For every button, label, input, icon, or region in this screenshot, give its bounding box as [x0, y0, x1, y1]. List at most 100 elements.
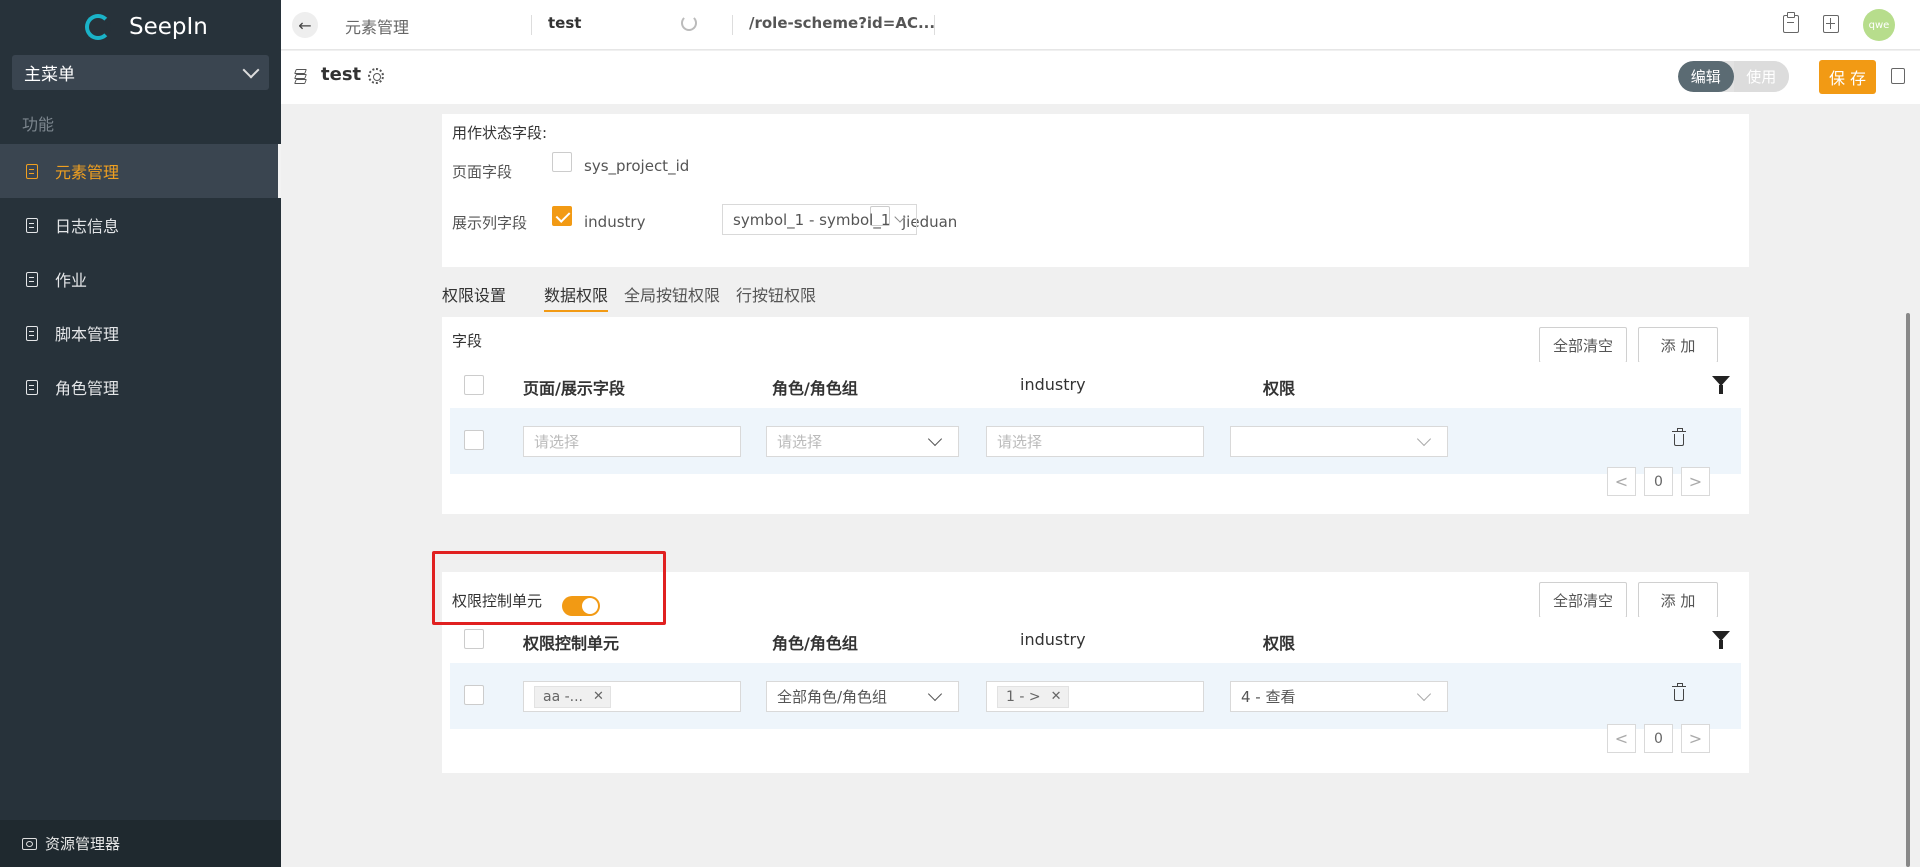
sidebar-section-label: 功能	[22, 115, 55, 134]
placeholder: 请选择	[534, 433, 580, 451]
column-header: 角色/角色组	[772, 379, 858, 398]
document-icon	[26, 217, 38, 233]
sidebar-item-label: 作业	[55, 271, 88, 290]
mode-toggle[interactable]: 编辑 使用	[1678, 61, 1789, 92]
sidebar: SeepIn 主菜单 功能 元素管理 日志信息 作业 脚本管理 角色管理 资源管…	[0, 0, 281, 867]
industry-select-input[interactable]: 请选择	[986, 426, 1204, 457]
pagination: < 0 >	[1607, 724, 1718, 753]
field-permission-card: 字段 全部清空 添 加 页面/展示字段 角色/角色组 industry 权限 请…	[442, 317, 1749, 514]
symbol-select[interactable]: symbol_1 - symbol_1	[722, 204, 917, 235]
page-number[interactable]: 0	[1644, 724, 1673, 753]
row-checkbox[interactable]	[464, 685, 484, 705]
industry-tag: 1 - > ✕	[997, 685, 1069, 708]
display-field-checkbox[interactable]	[552, 206, 572, 226]
prev-page-button[interactable]: <	[1607, 724, 1636, 753]
field-select-input[interactable]: 请选择	[523, 426, 741, 457]
permission-select[interactable]: 4 - 查看	[1230, 681, 1448, 712]
industry-select-input[interactable]: 1 - > ✕	[986, 681, 1204, 712]
next-page-button[interactable]: >	[1681, 467, 1710, 496]
divider	[934, 15, 935, 35]
camera-folder-icon	[22, 837, 37, 850]
mode-edit-option[interactable]: 编辑	[1678, 61, 1734, 92]
add-button[interactable]: 添 加	[1638, 582, 1718, 618]
mode-use-option[interactable]: 使用	[1733, 61, 1789, 92]
unit-tag: aa -... ✕	[534, 685, 611, 708]
page-field-value: sys_project_id	[584, 157, 690, 175]
sidebar-item-role-management[interactable]: 角色管理	[0, 360, 281, 414]
sidebar-item-label: 角色管理	[55, 379, 120, 398]
tab-data-permission[interactable]: 数据权限	[544, 278, 609, 312]
grid-icon[interactable]	[1823, 15, 1839, 33]
tab-permission-settings[interactable]: 权限设置	[442, 278, 506, 312]
scrollbar[interactable]	[1906, 313, 1910, 867]
export-icon[interactable]	[1891, 68, 1905, 84]
trash-icon[interactable]	[1672, 683, 1686, 701]
filter-icon[interactable]	[1712, 631, 1730, 649]
column-header: industry	[1020, 375, 1086, 394]
sidebar-nav: 元素管理 日志信息 作业 脚本管理 角色管理	[0, 144, 281, 414]
avatar[interactable]: qwe	[1863, 9, 1895, 41]
sidebar-item-log-info[interactable]: 日志信息	[0, 198, 281, 252]
role-select[interactable]: 请选择	[766, 426, 959, 457]
row-checkbox[interactable]	[464, 430, 484, 450]
sidebar-item-label: 日志信息	[55, 217, 120, 236]
placeholder: 请选择	[997, 433, 1043, 451]
gear-icon[interactable]	[368, 68, 384, 84]
column-header: 权限控制单元	[523, 634, 620, 653]
refresh-icon[interactable]	[681, 15, 697, 31]
symbol-select-value: symbol_1 - symbol_1	[733, 210, 891, 229]
breadcrumb[interactable]: 元素管理	[345, 14, 409, 38]
pagination: < 0 >	[1607, 467, 1718, 496]
unit-select-input[interactable]: aa -... ✕	[523, 681, 741, 712]
layers-icon	[294, 69, 308, 84]
column-header: 角色/角色组	[772, 634, 858, 653]
document-icon	[26, 163, 38, 179]
permission-select[interactable]	[1230, 426, 1448, 457]
save-button[interactable]: 保 存	[1819, 60, 1876, 94]
close-icon[interactable]: ✕	[593, 689, 604, 704]
resource-manager-button[interactable]: 资源管理器	[0, 820, 281, 867]
filter-icon[interactable]	[1712, 376, 1730, 394]
unit-tag-label: aa -...	[543, 688, 584, 705]
permission-value: 4 - 查看	[1241, 688, 1296, 706]
sidebar-item-script-management[interactable]: 脚本管理	[0, 306, 281, 360]
field-table-header: 页面/展示字段 角色/角色组 industry 权限	[450, 362, 1741, 408]
role-select[interactable]: 全部角色/角色组	[766, 681, 959, 712]
tab-row-button-permission[interactable]: 行按钮权限	[736, 278, 816, 312]
select-all-checkbox[interactable]	[464, 629, 484, 649]
status-fields-heading: 用作状态字段:	[452, 124, 548, 142]
add-button[interactable]: 添 加	[1638, 327, 1718, 363]
industry-tag-label: 1 - >	[1006, 688, 1041, 705]
field-section-title: 字段	[452, 332, 483, 350]
permission-tabs: 权限设置 数据权限 全局按钮权限 行按钮权限	[442, 278, 832, 312]
close-icon[interactable]: ✕	[1051, 689, 1062, 704]
sidebar-item-label: 脚本管理	[55, 325, 120, 344]
table-row: 请选择 请选择 请选择	[450, 408, 1741, 474]
clear-all-button[interactable]: 全部清空	[1539, 582, 1627, 618]
trash-icon[interactable]	[1672, 428, 1686, 446]
app-logo[interactable]: SeepIn	[85, 12, 208, 42]
divider	[732, 15, 733, 35]
chevron-down-icon	[927, 686, 943, 702]
back-button[interactable]: ←	[292, 12, 318, 38]
url-path[interactable]: /role-scheme?id=AC...	[749, 14, 935, 32]
next-page-button[interactable]: >	[1681, 724, 1710, 753]
clipboard-icon[interactable]	[1783, 12, 1799, 33]
tab-global-button-permission[interactable]: 全局按钮权限	[624, 278, 720, 312]
prev-page-button[interactable]: <	[1607, 467, 1636, 496]
divider	[531, 15, 532, 35]
page-field-checkbox[interactable]	[552, 152, 572, 172]
sidebar-item-jobs[interactable]: 作业	[0, 252, 281, 306]
clear-all-button[interactable]: 全部清空	[1539, 327, 1627, 363]
main-menu-select[interactable]: 主菜单	[12, 55, 269, 90]
tab-name[interactable]: test	[548, 14, 581, 32]
main-menu-label: 主菜单	[24, 65, 75, 85]
main-content: 用作状态字段: 页面字段 sys_project_id 展示列字段 indust…	[281, 104, 1920, 867]
column-header: 权限	[1263, 634, 1296, 653]
sidebar-item-element-management[interactable]: 元素管理	[0, 144, 281, 198]
document-icon	[26, 379, 38, 395]
page-number[interactable]: 0	[1644, 467, 1673, 496]
select-all-checkbox[interactable]	[464, 375, 484, 395]
status-fields-card: 用作状态字段: 页面字段 sys_project_id 展示列字段 indust…	[442, 114, 1749, 267]
resource-manager-label: 资源管理器	[45, 835, 121, 853]
